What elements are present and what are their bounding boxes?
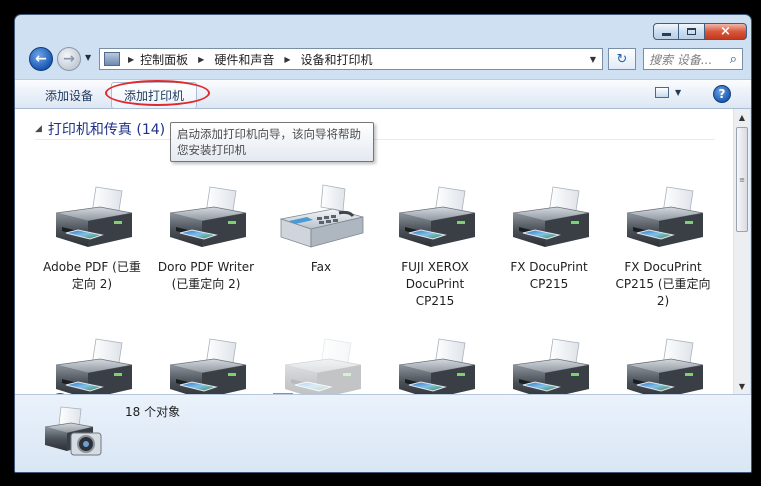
view-icon bbox=[655, 87, 669, 98]
printer-icon bbox=[501, 183, 597, 255]
chevron-down-icon: ▼ bbox=[675, 88, 682, 97]
close-icon: × bbox=[720, 24, 731, 39]
refresh-button[interactable]: ↻ bbox=[608, 48, 636, 70]
device-item[interactable]: FUJI XEROX DocuPrint CP215 bbox=[385, 183, 485, 310]
printer-icon bbox=[615, 183, 711, 255]
printer-icon bbox=[387, 335, 483, 394]
scroll-thumb[interactable]: ≡ bbox=[736, 127, 748, 232]
minimize-button[interactable] bbox=[653, 23, 679, 40]
chevron-right-icon[interactable]: ▶ bbox=[198, 55, 204, 64]
help-button[interactable]: ? bbox=[713, 85, 731, 103]
breadcrumb-control-panel[interactable]: 控制面板 bbox=[140, 51, 188, 68]
group-header-printers[interactable]: ◢ 打印机和传真 (14) bbox=[35, 119, 165, 139]
forward-button[interactable]: → bbox=[57, 47, 81, 71]
device-item[interactable] bbox=[156, 335, 256, 394]
search-icon: ⌕ bbox=[729, 51, 737, 67]
help-icon: ? bbox=[718, 87, 726, 101]
address-dropdown-icon[interactable]: ▼ bbox=[590, 55, 596, 64]
search-input[interactable]: 搜索 设备... ⌕ bbox=[643, 48, 743, 70]
add-printer-tooltip: 启动添加打印机向导，该向导将帮助您安装打印机 bbox=[170, 122, 374, 162]
group-divider bbox=[35, 139, 715, 140]
address-bar[interactable]: ▶ 控制面板 ▶ 硬件和声音 ▶ 设备和打印机 ▼ bbox=[99, 48, 603, 70]
device-item[interactable]: Doro PDF Writer (已重定向 2) bbox=[156, 183, 256, 293]
printer-icon bbox=[158, 335, 254, 394]
device-item[interactable]: Fax bbox=[271, 183, 371, 276]
device-item[interactable]: Adobe PDF (已重定向 2) bbox=[42, 183, 142, 293]
device-item[interactable] bbox=[385, 335, 485, 394]
group-title: 打印机和传真 (14) bbox=[47, 122, 166, 138]
device-item[interactable] bbox=[613, 335, 713, 394]
maximize-button[interactable] bbox=[679, 23, 705, 40]
fax-icon bbox=[273, 183, 369, 255]
device-label: Adobe PDF (已重定向 2) bbox=[43, 260, 141, 291]
navigation-bar: ← → ▼ ▶ 控制面板 ▶ 硬件和声音 ▶ 设备和打印机 ▼ ↻ 搜索 设备.… bbox=[15, 45, 751, 75]
device-list-pane: ◢ 打印机和传真 (14) 启动添加打印机向导，该向导将帮助您安装打印机 Ado… bbox=[15, 109, 733, 394]
printer-icon bbox=[615, 335, 711, 394]
printer-icon: ✔ bbox=[44, 335, 140, 394]
device-label: FUJI XEROX DocuPrint CP215 bbox=[401, 260, 469, 308]
chevron-right-icon[interactable]: ▶ bbox=[284, 55, 290, 64]
minimize-icon bbox=[661, 33, 671, 36]
caption-buttons: × bbox=[653, 23, 747, 40]
breadcrumb-hardware-sound[interactable]: 硬件和声音 bbox=[214, 51, 274, 68]
printer-icon bbox=[44, 183, 140, 255]
search-placeholder: 搜索 设备... bbox=[649, 52, 713, 67]
add-device-button[interactable]: 添加设备 bbox=[45, 87, 93, 104]
add-printer-button[interactable]: 添加打印机 bbox=[111, 82, 198, 109]
devices-printers-window: × ← → ▼ ▶ 控制面板 ▶ 硬件和声音 ▶ 设备和打印机 ▼ ↻ 搜索 设… bbox=[14, 14, 752, 473]
control-panel-icon bbox=[104, 52, 120, 66]
collapse-icon[interactable]: ◢ bbox=[35, 124, 42, 134]
chevron-right-icon[interactable]: ▶ bbox=[128, 55, 134, 64]
device-item[interactable]: 👥 bbox=[271, 335, 371, 394]
refresh-icon: ↻ bbox=[616, 51, 628, 67]
details-pane: 18 个对象 bbox=[15, 394, 751, 472]
device-item[interactable] bbox=[499, 335, 599, 394]
back-button[interactable]: ← bbox=[29, 47, 53, 71]
printer-icon bbox=[158, 183, 254, 255]
forward-arrow-icon: → bbox=[63, 51, 75, 67]
device-item[interactable]: FX DocuPrint CP215 bbox=[499, 183, 599, 293]
scroll-down-icon[interactable]: ▼ bbox=[734, 378, 750, 394]
printer-icon bbox=[387, 183, 483, 255]
device-label: Doro PDF Writer (已重定向 2) bbox=[157, 260, 255, 291]
scroll-up-icon[interactable]: ▲ bbox=[734, 109, 750, 125]
recent-pages-dropdown[interactable]: ▼ bbox=[85, 53, 91, 62]
printer-icon bbox=[501, 335, 597, 394]
maximize-icon bbox=[687, 28, 696, 35]
breadcrumb-devices-printers[interactable]: 设备和打印机 bbox=[301, 51, 373, 68]
close-button[interactable]: × bbox=[705, 23, 747, 40]
grip-icon: ≡ bbox=[739, 175, 745, 184]
device-label: Fax bbox=[310, 260, 332, 274]
device-item[interactable]: FX DocuPrint CP215 (已重定向 2) bbox=[613, 183, 713, 310]
command-bar: 添加设备 添加打印机 ▼ ? bbox=[15, 79, 751, 109]
vertical-scrollbar[interactable]: ▲ ≡ ▼ bbox=[733, 109, 750, 394]
devices-printers-icon bbox=[41, 403, 107, 461]
device-label: FX DocuPrint CP215 bbox=[510, 260, 588, 291]
object-count: 18 个对象 bbox=[125, 405, 181, 419]
back-arrow-icon: ← bbox=[35, 51, 47, 67]
change-view-button[interactable]: ▼ bbox=[655, 87, 681, 98]
printer-icon bbox=[273, 335, 369, 394]
device-item[interactable]: ✔ bbox=[42, 335, 142, 394]
device-label: FX DocuPrint CP215 (已重定向 2) bbox=[615, 260, 711, 308]
